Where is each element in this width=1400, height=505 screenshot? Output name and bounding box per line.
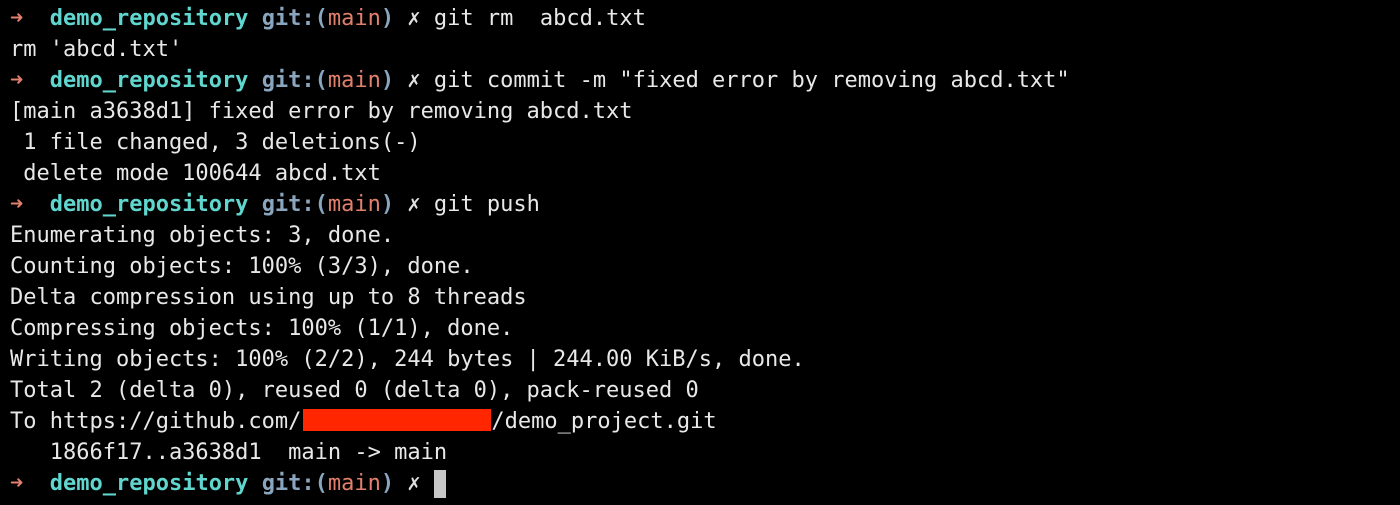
prompt-arrow-icon: ➜ — [10, 192, 24, 217]
prompt-arrow-icon: ➜ — [10, 6, 24, 31]
prompt-directory: demo_repository — [49, 192, 249, 217]
prompt-directory: demo_repository — [49, 471, 249, 496]
terminal-cursor[interactable] — [433, 470, 446, 498]
command-text: git rm abcd.txt — [433, 6, 646, 31]
output-line: Compressing objects: 100% (1/1), done. — [10, 316, 514, 341]
output-line: 1 file changed, 3 deletions(-) — [10, 130, 421, 155]
prompt-dirty-icon: ✗ — [407, 68, 421, 93]
prompt-dirty-icon: ✗ — [407, 471, 421, 496]
output-line: [main a3638d1] fixed error by removing a… — [10, 99, 633, 124]
output-line: rm 'abcd.txt' — [10, 37, 183, 62]
command-text: git commit -m "fixed error by removing a… — [433, 68, 1070, 93]
prompt-line: ➜ demo_repository git:(main) ✗ — [10, 468, 1395, 499]
output-line: Writing objects: 100% (2/2), 244 bytes |… — [10, 347, 805, 372]
prompt-branch: main — [327, 192, 381, 217]
prompt-line: ➜ demo_repository git:(main) ✗ git commi… — [10, 65, 1395, 96]
remote-url-suffix: /demo_project.git — [491, 409, 717, 434]
output-line: Total 2 (delta 0), reused 0 (delta 0), p… — [10, 378, 699, 403]
prompt-line: ➜ demo_repository git:(main) ✗ git push — [10, 189, 1395, 220]
output-line: To https://github.com/ /demo_project.git — [10, 406, 1395, 437]
prompt-paren-open: ( — [314, 471, 328, 496]
prompt-paren-close: ) — [380, 471, 395, 496]
output-line: 1866f17..a3638d1 main -> main — [10, 440, 448, 465]
output-line: Delta compression using up to 8 threads — [10, 285, 527, 310]
prompt-git-label: git: — [261, 192, 315, 217]
command-text: git push — [433, 192, 540, 217]
prompt-arrow-icon: ➜ — [10, 68, 24, 93]
prompt-git-label: git: — [261, 6, 315, 31]
prompt-paren-open: ( — [314, 6, 328, 31]
prompt-line: ➜ demo_repository git:(main) ✗ git rm ab… — [10, 3, 1395, 34]
prompt-arrow-icon: ➜ — [10, 471, 24, 496]
terminal-window[interactable]: ➜ demo_repository git:(main) ✗ git rm ab… — [10, 3, 1395, 503]
redacted-username-box — [303, 409, 492, 431]
prompt-dirty-icon: ✗ — [407, 192, 421, 217]
output-line: Counting objects: 100% (3/3), done. — [10, 254, 474, 279]
prompt-git-label: git: — [261, 471, 315, 496]
remote-url-prefix: To https://github.com/ — [10, 409, 302, 434]
output-line: delete mode 100644 abcd.txt — [10, 161, 381, 186]
prompt-branch: main — [327, 68, 381, 93]
prompt-directory: demo_repository — [49, 68, 249, 93]
prompt-paren-close: ) — [380, 6, 395, 31]
prompt-paren-close: ) — [380, 68, 395, 93]
prompt-branch: main — [327, 471, 381, 496]
prompt-paren-close: ) — [380, 192, 395, 217]
prompt-git-label: git: — [261, 68, 315, 93]
prompt-paren-open: ( — [314, 68, 328, 93]
output-line: Enumerating objects: 3, done. — [10, 223, 395, 248]
prompt-paren-open: ( — [314, 192, 328, 217]
prompt-dirty-icon: ✗ — [407, 6, 421, 31]
prompt-directory: demo_repository — [49, 6, 249, 31]
prompt-branch: main — [327, 6, 381, 31]
